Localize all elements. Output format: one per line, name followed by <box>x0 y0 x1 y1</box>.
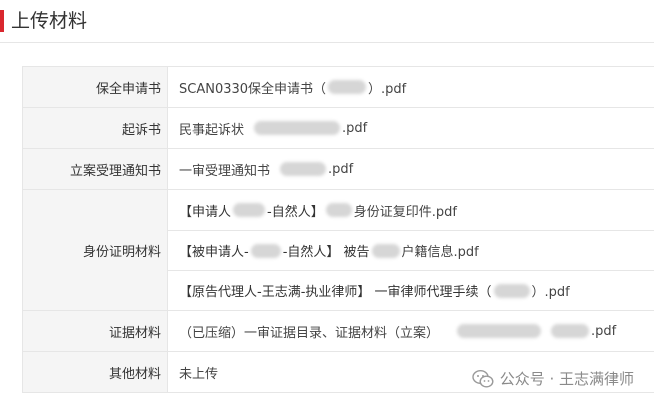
file-name-part: 民事起诉状 <box>179 122 245 138</box>
file-name-part: 【原告代理人-王志满-执业律师】 一审律师代理手续（ <box>179 285 492 300</box>
file-name-part: 身份证复印件.pdf <box>353 204 457 220</box>
section-title: 上传材料 <box>11 10 88 32</box>
redacted-text <box>250 243 281 258</box>
file-name-part: .pdf <box>591 323 617 339</box>
file-name-part: 一审受理通知书 <box>179 163 271 179</box>
row-label: 证据材料 <box>22 311 168 351</box>
header-divider <box>0 42 654 43</box>
file-name-part: SCAN0330保全申请书（ <box>179 81 327 97</box>
redacted-text <box>457 324 542 338</box>
file-link[interactable]: 【原告代理人-王志满-执业律师】 一审律师代理手续（ ）.pdf <box>168 270 654 310</box>
file-name-part: ）.pdf <box>531 285 570 300</box>
file-name-part: 户籍信息.pdf <box>401 245 479 260</box>
section-header: 上传材料 <box>0 0 654 44</box>
row-label: 起诉书 <box>22 108 168 148</box>
redacted-text <box>493 283 530 298</box>
row-label: 保全申请书 <box>22 67 168 107</box>
not-uploaded-text: 未上传 <box>179 366 219 382</box>
file-name-part: -自然人】 <box>267 204 324 220</box>
row-label: 身份证明材料 <box>22 190 168 310</box>
file-name-part: -自然人】 被告 <box>282 245 370 260</box>
row-acceptance-notice: 立案受理通知书 一审受理通知书 .pdf <box>22 149 654 190</box>
wechat-icon <box>471 369 494 389</box>
file-link[interactable]: 一审受理通知书 .pdf <box>168 149 654 189</box>
redacted-text <box>551 324 590 338</box>
row-preservation-application: 保全申请书 SCAN0330保全申请书（ ）.pdf <box>22 67 654 108</box>
file-name-part: 【申请人 <box>179 204 232 220</box>
redacted-text <box>254 121 341 135</box>
file-link[interactable]: 民事起诉状 .pdf <box>168 108 654 148</box>
file-name-part: 【被申请人- <box>179 245 249 260</box>
redacted-text <box>325 203 352 217</box>
redacted-text <box>280 162 327 176</box>
file-link[interactable]: 【申请人 -自然人】 身份证复印件.pdf <box>168 190 654 230</box>
row-label: 其他材料 <box>22 352 168 392</box>
watermark-text: 公众号 · 王志满律师 <box>499 370 634 388</box>
row-complaint: 起诉书 民事起诉状 .pdf <box>22 108 654 149</box>
file-name-part: .pdf <box>328 161 354 177</box>
materials-table: 保全申请书 SCAN0330保全申请书（ ）.pdf 起诉书 民事起诉状 .pd… <box>22 66 654 393</box>
file-link[interactable]: （已压缩）一审证据目录、证据材料（立案） .pdf <box>168 311 654 351</box>
redacted-text <box>328 80 367 94</box>
file-name-part: （已压缩）一审证据目录、证据材料（立案） <box>179 325 440 341</box>
row-evidence: 证据材料 （已压缩）一审证据目录、证据材料（立案） .pdf <box>22 311 654 352</box>
file-name-part: ）.pdf <box>368 81 407 97</box>
watermark: 公众号 · 王志满律师 <box>471 368 634 389</box>
file-name-part: .pdf <box>342 120 368 136</box>
title-accent-bar <box>0 10 4 32</box>
row-label: 立案受理通知书 <box>22 149 168 189</box>
file-link[interactable]: SCAN0330保全申请书（ ）.pdf <box>168 67 654 107</box>
file-link[interactable]: 【被申请人- -自然人】 被告 户籍信息.pdf <box>168 230 654 270</box>
redacted-text <box>233 203 266 217</box>
row-identity-documents: 身份证明材料 【申请人 -自然人】 身份证复印件.pdf 【被申请人- -自然人… <box>22 190 654 311</box>
redacted-text <box>371 243 400 258</box>
